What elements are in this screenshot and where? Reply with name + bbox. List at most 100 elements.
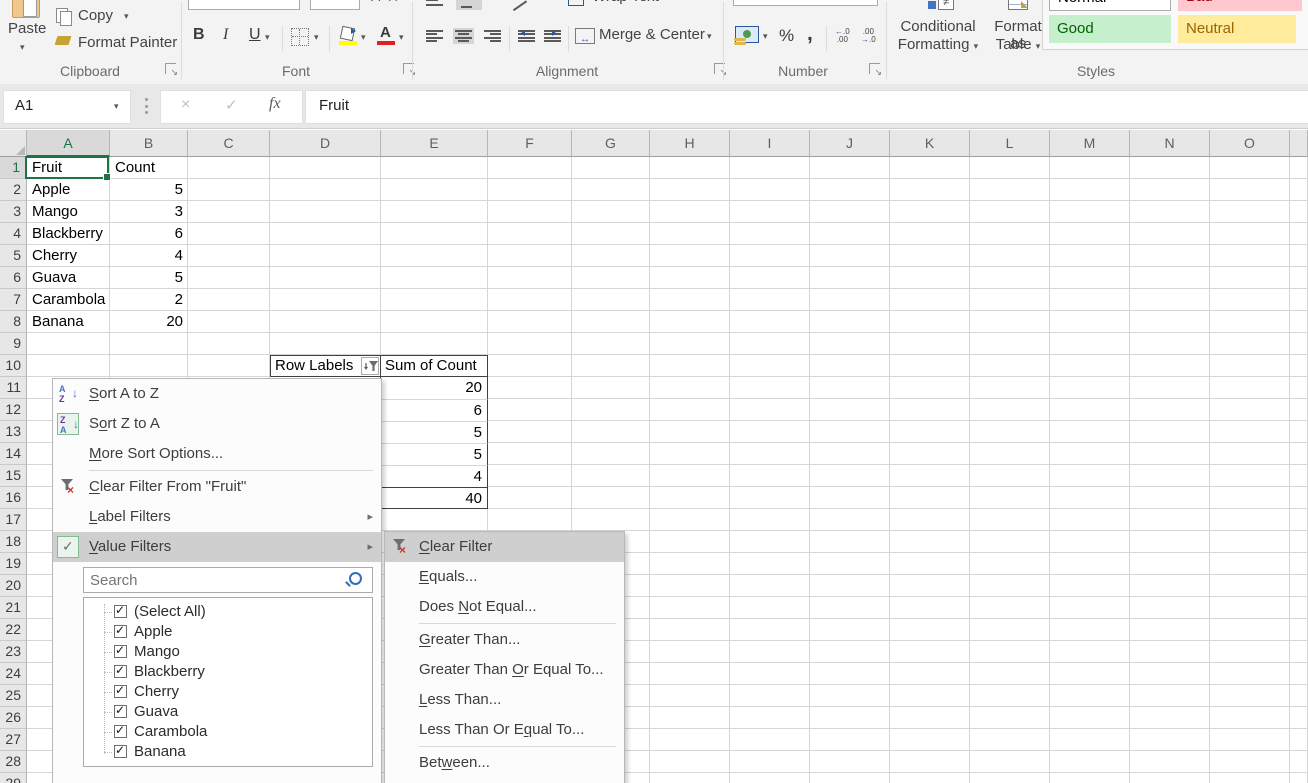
underline-dropdown-arrow[interactable]: ▾ <box>265 32 270 43</box>
menu-item-greater-than[interactable]: Greater Than... <box>385 625 624 655</box>
row-header-3[interactable]: 3 <box>0 201 27 223</box>
row-header-27[interactable]: 27 <box>0 729 27 751</box>
accounting-dropdown-arrow[interactable]: ▾ <box>763 31 768 42</box>
cell-B2[interactable]: 5 <box>110 179 188 201</box>
decrease-decimal-button[interactable]: .00→.0 <box>861 28 876 44</box>
menu-item-does-not-equal[interactable]: Does Not Equal... <box>385 592 624 622</box>
merge-center-label[interactable]: Merge & Center <box>599 26 705 43</box>
cell-B6[interactable]: 5 <box>110 267 188 289</box>
font-color-dropdown-arrow[interactable]: ▾ <box>399 32 404 43</box>
column-header-O[interactable]: O <box>1210 130 1290 157</box>
font-size-box[interactable]: 10 <box>310 0 360 10</box>
pivot-value-5[interactable]: 4 <box>380 465 488 487</box>
fill-color-dropdown-arrow[interactable]: ▾ <box>361 32 366 43</box>
menu-item-less-than[interactable]: Less Than... <box>385 685 624 715</box>
column-header-A[interactable]: A <box>27 130 110 157</box>
paste-dropdown-arrow[interactable]: ▾ <box>20 42 25 53</box>
column-header-J[interactable]: J <box>810 130 890 157</box>
menu-item-more-sort-options[interactable]: More Sort Options... <box>53 439 381 469</box>
checkbox-item-mango[interactable]: ✓Mango <box>84 642 372 662</box>
menu-item-clear-filter-from-fruit[interactable]: ×Clear Filter From "Fruit" <box>53 472 381 502</box>
select-all-corner[interactable] <box>0 130 27 157</box>
cell-B3[interactable]: 3 <box>110 201 188 223</box>
row-header-22[interactable]: 22 <box>0 619 27 641</box>
fill-color-button[interactable] <box>339 26 357 46</box>
paste-button[interactable]: Paste ▾ <box>8 0 48 58</box>
percent-style-button[interactable]: % <box>779 26 794 46</box>
row-header-2[interactable]: 2 <box>0 179 27 201</box>
checkbox-blackberry[interactable]: ✓ <box>114 665 127 678</box>
cell-style-normal[interactable]: Normal <box>1049 0 1171 11</box>
formula-input[interactable]: Fruit <box>305 90 1308 124</box>
column-header-K[interactable]: K <box>890 130 970 157</box>
checkbox-item-blackberry[interactable]: ✓Blackberry <box>84 662 372 682</box>
font-color-button[interactable]: A <box>377 24 395 46</box>
row-header-10[interactable]: 10 <box>0 355 27 377</box>
row-header-1[interactable]: 1 <box>0 157 27 179</box>
cell-style-neutral[interactable]: Neutral <box>1178 15 1296 43</box>
column-header-I[interactable]: I <box>730 130 810 157</box>
menu-item-equals[interactable]: Equals... <box>385 562 624 592</box>
row-header-11[interactable]: 11 <box>0 377 27 399</box>
column-header-L[interactable]: L <box>970 130 1050 157</box>
row-header-28[interactable]: 28 <box>0 751 27 773</box>
grow-font-icon[interactable]: A <box>371 0 380 4</box>
pivot-value-1[interactable]: 20 <box>380 377 488 399</box>
align-center-icon[interactable] <box>453 28 474 44</box>
insert-function-icon[interactable]: fx <box>269 95 281 113</box>
column-header-M[interactable]: M <box>1050 130 1130 157</box>
pivot-value-6[interactable]: 40 <box>380 487 488 509</box>
row-header-20[interactable]: 20 <box>0 575 27 597</box>
name-box[interactable]: A1 ▾ <box>3 90 131 124</box>
checkbox-cherry[interactable]: ✓ <box>114 685 127 698</box>
menu-item-clear-filter[interactable]: ×Clear Filter <box>385 532 624 562</box>
column-header-partial[interactable] <box>1290 130 1308 157</box>
row-header-19[interactable]: 19 <box>0 553 27 575</box>
row-header-24[interactable]: 24 <box>0 663 27 685</box>
row-header-16[interactable]: 16 <box>0 487 27 509</box>
column-header-F[interactable]: F <box>488 130 572 157</box>
row-header-9[interactable]: 9 <box>0 333 27 355</box>
menu-item-sort-z-to-a[interactable]: ZA↓Sort Z to A <box>53 409 381 439</box>
column-header-B[interactable]: B <box>110 130 188 157</box>
checkbox-apple[interactable]: ✓ <box>114 625 127 638</box>
merge-center-dropdown-arrow[interactable]: ▾ <box>707 31 712 42</box>
column-header-H[interactable]: H <box>650 130 730 157</box>
name-box-dropdown-arrow[interactable]: ▾ <box>114 101 119 112</box>
pivot-value-3[interactable]: 5 <box>380 421 488 443</box>
cell-A7[interactable]: Carambola <box>27 289 110 311</box>
enter-icon[interactable]: ✓ <box>225 96 238 114</box>
row-header-13[interactable]: 13 <box>0 421 27 443</box>
menu-item-value-filters[interactable]: ✓Value Filters▸ <box>53 532 381 562</box>
search-icon[interactable] <box>349 572 362 585</box>
cell-A1[interactable]: Fruit <box>27 157 110 179</box>
merge-center-icon[interactable]: ↔ <box>575 28 595 44</box>
pivot-row-labels-header[interactable]: Row Labels <box>270 355 381 377</box>
cancel-icon[interactable]: × <box>181 96 190 114</box>
number-dialog-launcher[interactable] <box>869 63 880 74</box>
row-header-7[interactable]: 7 <box>0 289 27 311</box>
increase-decimal-button[interactable]: ←.0.00 <box>835 28 850 44</box>
row-header-23[interactable]: 23 <box>0 641 27 663</box>
cell-B1[interactable]: Count <box>110 157 188 179</box>
column-header-E[interactable]: E <box>381 130 488 157</box>
checkbox-select-all[interactable]: ✓ <box>114 605 127 618</box>
accounting-format-icon[interactable] <box>735 26 759 43</box>
cell-B5[interactable]: 4 <box>110 245 188 267</box>
row-header-17[interactable]: 17 <box>0 509 27 531</box>
checkbox-carambola[interactable]: ✓ <box>114 725 127 738</box>
cell-A5[interactable]: Cherry <box>27 245 110 267</box>
font-name-box[interactable]: Arial <box>188 0 300 10</box>
checkbox-mango[interactable]: ✓ <box>114 645 127 658</box>
cell-B8[interactable]: 20 <box>110 311 188 333</box>
row-header-12[interactable]: 12 <box>0 399 27 421</box>
cell-A4[interactable]: Blackberry <box>27 223 110 245</box>
pivot-value-2[interactable]: 6 <box>380 399 488 421</box>
cell-B4[interactable]: 6 <box>110 223 188 245</box>
number-format-box[interactable]: General <box>733 0 878 6</box>
checkbox-item-guava[interactable]: ✓Guava <box>84 702 372 722</box>
borders-button[interactable] <box>291 28 309 46</box>
pivot-value-4[interactable]: 5 <box>380 443 488 465</box>
column-header-C[interactable]: C <box>188 130 270 157</box>
cell-A8[interactable]: Banana <box>27 311 110 333</box>
